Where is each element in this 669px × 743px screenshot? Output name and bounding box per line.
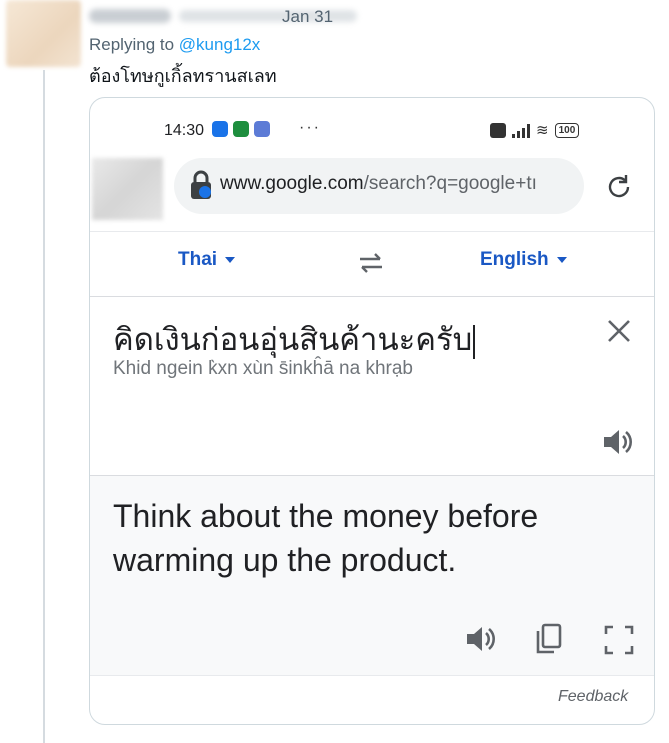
translation-result-area: Think about the money before warming up … xyxy=(90,475,654,676)
lock-icon xyxy=(191,170,211,199)
copy-icon[interactable] xyxy=(535,623,563,655)
source-text[interactable]: คิดเงินก่อนอุ่นสินค้านะครับ xyxy=(113,314,476,364)
language-selector-row: Thai English xyxy=(90,232,654,296)
divider xyxy=(90,675,654,676)
tweet-date[interactable]: Jan 31 xyxy=(282,7,333,27)
volte-icon xyxy=(490,122,506,138)
replying-to: Replying to @kung12x xyxy=(89,35,260,55)
speaker-icon[interactable] xyxy=(465,624,497,654)
thread-line xyxy=(43,70,45,743)
replying-handle-link[interactable]: @kung12x xyxy=(179,35,261,54)
feedback-link[interactable]: Feedback xyxy=(558,688,628,706)
text-cursor xyxy=(473,324,476,359)
url-host: www.google.com xyxy=(220,173,364,194)
transliteration: Khid ngein k̀xn xùn s̄inkĥā na khrạb xyxy=(113,358,413,379)
chevron-down-icon xyxy=(556,256,567,263)
speaker-icon[interactable] xyxy=(602,427,634,457)
notification-icon xyxy=(254,121,270,137)
status-more-icon: ··· xyxy=(299,119,321,136)
tweet-text: ต้องโทษกูเกิ้ลทรานสเลท xyxy=(89,66,277,86)
source-language-label: Thai xyxy=(178,249,218,270)
battery-icon: 100 xyxy=(554,122,580,138)
notification-icon xyxy=(233,121,249,137)
source-text-value: คิดเงินก่อนอุ่นสินค้านะครับ xyxy=(113,322,473,357)
url-path: /search?q=google+tı xyxy=(363,173,537,194)
avatar[interactable] xyxy=(6,0,81,67)
wifi-icon: ≋ xyxy=(536,122,549,139)
tab-thumbnail[interactable] xyxy=(92,158,163,220)
replying-label: Replying to xyxy=(89,35,179,54)
source-text-area[interactable]: คิดเงินก่อนอุ่นสินค้านะครับ Khid ngein k… xyxy=(90,297,654,475)
notification-icon xyxy=(212,121,228,137)
reload-icon[interactable] xyxy=(604,172,634,202)
target-language-label: English xyxy=(480,249,549,270)
status-system-icons: ≋ 100 xyxy=(490,121,580,139)
url-text[interactable]: www.google.com/search?q=google+tı xyxy=(220,173,580,195)
fullscreen-icon[interactable] xyxy=(603,624,635,656)
attached-screenshot[interactable]: 14:30 ··· ≋ 100 www.google.com/search?q=… xyxy=(89,97,655,725)
status-time: 14:30 xyxy=(164,122,205,139)
url-bar[interactable]: www.google.com/search?q=google+tı xyxy=(174,158,584,214)
translation-text: Think about the money before warming up … xyxy=(113,498,539,578)
source-language-button[interactable]: Thai xyxy=(178,249,236,271)
tweet-header: Jan 31 xyxy=(89,5,429,27)
swap-languages-icon[interactable] xyxy=(356,250,386,276)
close-icon[interactable] xyxy=(606,318,632,344)
signal-icon xyxy=(512,123,530,138)
target-language-button[interactable]: English xyxy=(480,249,567,271)
blurred-display-name[interactable] xyxy=(89,9,171,23)
status-notification-icons xyxy=(212,121,270,137)
chevron-down-icon xyxy=(225,256,236,263)
